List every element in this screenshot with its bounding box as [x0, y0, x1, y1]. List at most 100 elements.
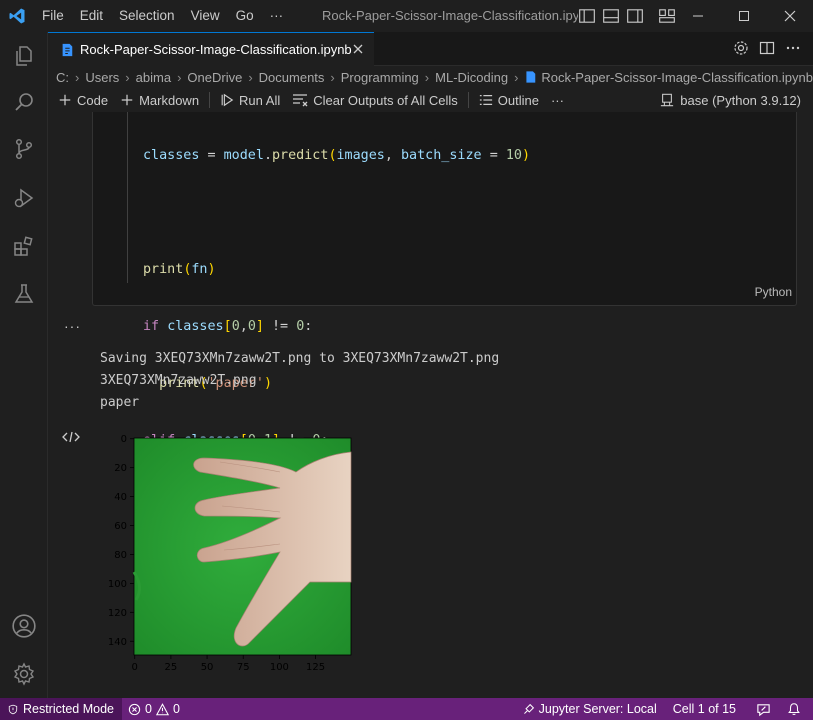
add-markdown-label: Markdown [139, 92, 200, 108]
title-bar: File Edit Selection View Go ··· Rock-Pap… [0, 0, 813, 32]
chevron-right-icon: › [424, 69, 430, 85]
y-tick-label: 20 [114, 463, 127, 474]
cell-language-label[interactable]: Python [755, 285, 792, 299]
settings-gear-icon[interactable] [733, 40, 749, 56]
breadcrumb-item[interactable]: Rock-Paper-Scissor-Image-Classification.… [541, 70, 813, 85]
notebook-toolbar: Code Markdown Run All Clear Outputs of A… [48, 88, 813, 112]
chevron-right-icon: › [514, 69, 519, 85]
outline-label: Outline [497, 92, 539, 108]
toggle-secondary-sidebar-icon[interactable] [626, 7, 644, 25]
add-markdown-cell-button[interactable]: Markdown [114, 93, 205, 108]
restricted-mode-label: Restricted Mode [22, 702, 114, 716]
window-title: Rock-Paper-Scissor-Image-Classification.… [322, 8, 578, 23]
layout-controls [578, 7, 676, 25]
indent-guide [127, 112, 128, 283]
tab-notebook[interactable]: Rock-Paper-Scissor-Image-Classification.… [48, 32, 374, 66]
status-bar-right: Jupyter Server: Local Cell 1 of 15 [516, 698, 813, 720]
breadcrumb-item[interactable]: OneDrive [187, 70, 242, 85]
toggle-primary-sidebar-icon[interactable] [578, 7, 596, 25]
y-tick-label: 40 [114, 492, 127, 503]
output-more-actions-button[interactable]: ··· [64, 318, 81, 334]
manage-gear-icon[interactable] [0, 650, 48, 698]
error-count: 0 [145, 702, 152, 716]
change-output-presentation-icon[interactable] [62, 430, 80, 444]
image-plot: 0 20 40 60 80 100 120 140 0 25 50 75 100 125 [108, 434, 352, 672]
extensions-icon[interactable] [0, 222, 48, 270]
shield-icon [8, 704, 18, 714]
chevron-right-icon: › [330, 69, 335, 85]
run-and-debug-icon[interactable] [0, 174, 48, 222]
breadcrumb-item[interactable]: Users [85, 70, 119, 85]
warning-icon [155, 702, 169, 715]
code-line: if classes[0,0] != 0: [143, 319, 313, 334]
customize-layout-icon[interactable] [658, 7, 676, 25]
breadcrumb: C: › Users › abima › OneDrive › Documents › P… [48, 66, 813, 88]
code-line: classes = model.predict(images, batch_si… [143, 148, 530, 163]
source-control-icon[interactable] [0, 125, 48, 173]
output-line: Saving 3XEQ73XMn7zaww2T.png to 3XEQ73XMn… [100, 351, 500, 366]
run-all-label: Run All [239, 92, 281, 108]
feedback-icon[interactable] [746, 702, 781, 717]
menu-file[interactable]: File [34, 0, 72, 32]
output-line: paper [100, 395, 140, 410]
notifications-bell-icon[interactable] [781, 702, 813, 716]
accounts-icon[interactable] [0, 602, 48, 650]
testing-icon[interactable] [0, 270, 48, 318]
problems-indicator[interactable]: 0 0 [122, 702, 186, 716]
cell-position-indicator[interactable]: Cell 1 of 15 [663, 702, 746, 716]
run-all-icon [221, 93, 234, 107]
run-all-button[interactable]: Run All [214, 93, 286, 108]
plus-icon [59, 94, 71, 106]
split-editor-icon[interactable] [759, 40, 775, 56]
menu-bar: File Edit Selection View Go ··· [34, 0, 291, 32]
more-toolbar-button[interactable]: ··· [545, 93, 570, 108]
outline-button[interactable]: Outline [473, 93, 545, 108]
menu-view[interactable]: View [183, 0, 228, 32]
menu-go[interactable]: Go [228, 0, 262, 32]
toggle-panel-icon[interactable] [602, 7, 620, 25]
more-actions-icon[interactable] [785, 40, 801, 56]
plus-icon [121, 94, 133, 106]
menu-more[interactable]: ··· [262, 0, 292, 32]
clear-outputs-button[interactable]: Clear Outputs of All Cells [286, 93, 464, 108]
y-tick-label: 60 [114, 521, 127, 532]
maximize-button[interactable] [721, 0, 767, 32]
activity-bar [0, 32, 48, 698]
x-axis: 0 25 50 75 100 125 [132, 655, 325, 672]
close-tab-icon[interactable] [350, 41, 366, 57]
x-tick-label: 0 [132, 662, 138, 672]
jupyter-server-status[interactable]: Jupyter Server: Local [516, 702, 663, 716]
breadcrumb-item[interactable]: C: [56, 70, 69, 85]
breadcrumb-item[interactable]: abima [136, 70, 171, 85]
search-icon[interactable] [0, 78, 48, 126]
chevron-right-icon: › [177, 69, 182, 85]
warning-count: 0 [172, 702, 180, 716]
chevron-right-icon: › [75, 69, 80, 85]
kernel-label: base (Python 3.9.12) [680, 92, 801, 108]
jupyter-server-label: Jupyter Server: Local [538, 702, 657, 716]
y-tick-label: 140 [108, 637, 127, 648]
notebook-editor: classes = model.predict(images, batch_si… [48, 112, 813, 698]
chevron-right-icon: › [248, 69, 253, 85]
kernel-picker[interactable]: base (Python 3.9.12) [660, 88, 801, 112]
error-icon [128, 703, 141, 715]
plug-icon [523, 703, 534, 714]
add-code-cell-button[interactable]: Code [48, 93, 114, 108]
explorer-icon[interactable] [0, 32, 48, 80]
y-tick-label: 100 [108, 579, 127, 590]
restricted-mode-indicator[interactable]: Restricted Mode [0, 698, 122, 720]
breadcrumb-item[interactable]: ML-Dicoding [435, 70, 508, 85]
image-frame [132, 437, 352, 656]
menu-edit[interactable]: Edit [72, 0, 111, 32]
minimize-button[interactable] [675, 0, 721, 32]
menu-selection[interactable]: Selection [111, 0, 183, 32]
clear-outputs-label: Clear Outputs of All Cells [313, 92, 458, 108]
breadcrumb-item[interactable]: Programming [341, 70, 419, 85]
close-window-button[interactable] [767, 0, 813, 32]
tab-label: Rock-Paper-Scissor-Image-Classification.… [80, 42, 352, 57]
code-cell[interactable]: classes = model.predict(images, batch_si… [92, 112, 797, 619]
x-tick-label: 50 [201, 662, 214, 672]
tab-actions [733, 40, 801, 56]
notebook-file-icon [62, 43, 73, 56]
breadcrumb-item[interactable]: Documents [259, 70, 325, 85]
